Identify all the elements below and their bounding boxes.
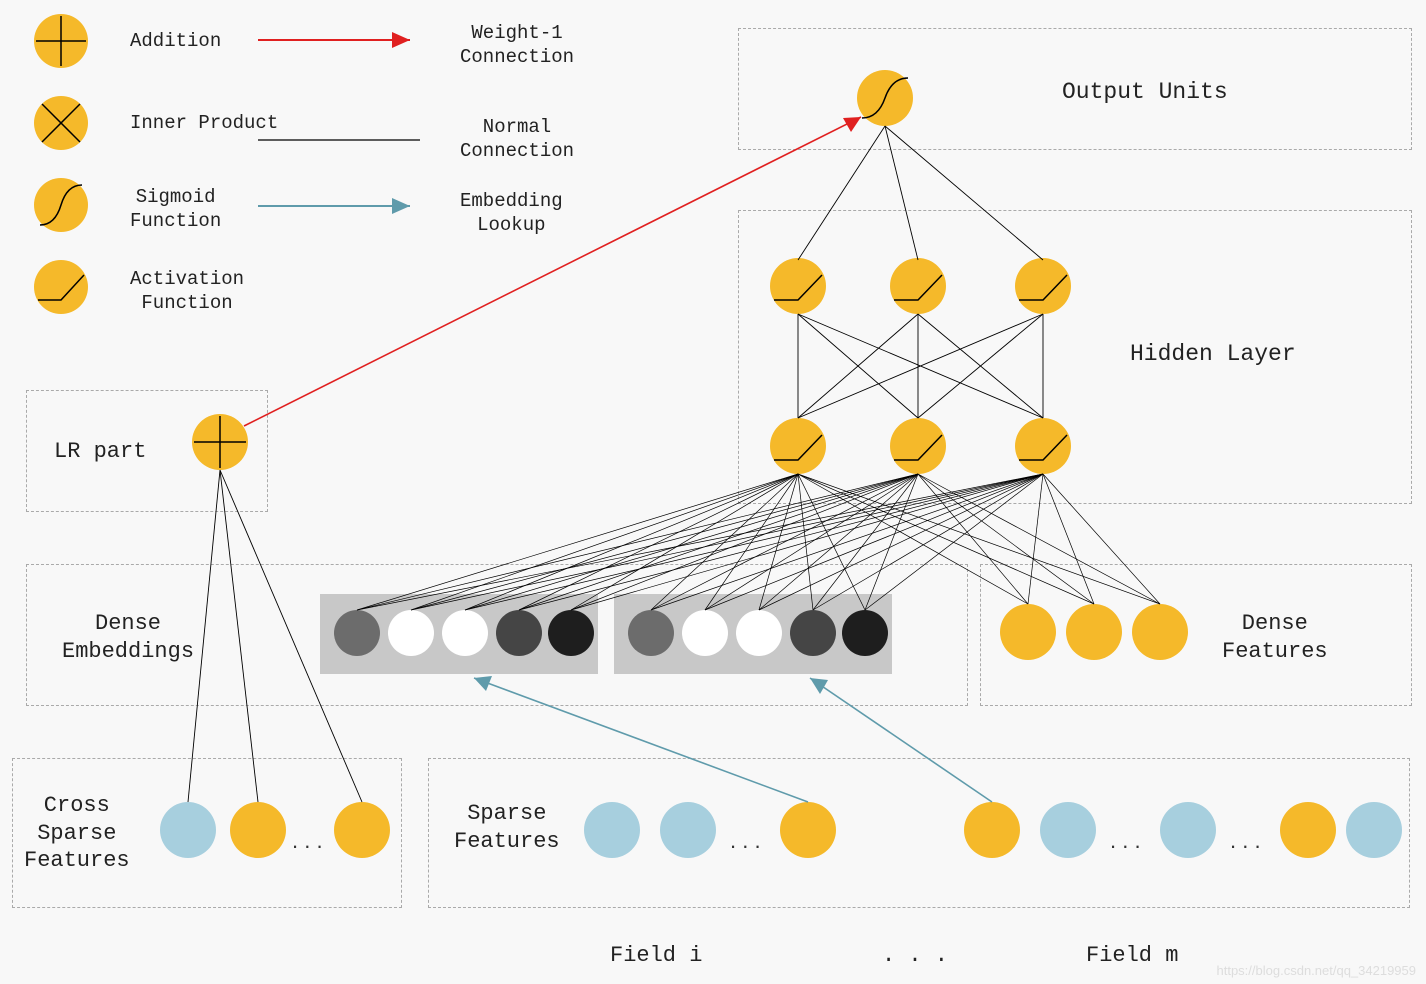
emb1-n2 (388, 610, 434, 656)
cross-sparse-label: Cross Sparse Features (24, 792, 130, 875)
cross-sparse-n2 (230, 802, 286, 858)
legend-embedding-arrow (258, 198, 410, 214)
sparse-n8 (1346, 802, 1402, 858)
field-i-label: Field i (610, 942, 702, 970)
emb1-n1 (334, 610, 380, 656)
emb2-n5 (842, 610, 888, 656)
hidden2-node-3 (1015, 418, 1071, 474)
legend-activation-label: Activation Function (130, 268, 244, 316)
legend-inner-product-icon (34, 96, 88, 150)
dense-feat-3 (1132, 604, 1188, 660)
legend-inner-product-label: Inner Product (130, 112, 278, 136)
sparse-n1 (584, 802, 640, 858)
dense-feat-2 (1066, 604, 1122, 660)
hidden-layer-label: Hidden Layer (1130, 340, 1296, 369)
sparse-dots-2: . . . (1110, 828, 1141, 854)
hidden1-node-2 (890, 258, 946, 314)
legend-normal-label: Normal Connection (460, 116, 574, 164)
legend-weight1-label: Weight-1 Connection (460, 22, 574, 70)
sparse-n5 (1040, 802, 1096, 858)
dense-feat-1 (1000, 604, 1056, 660)
emb1-n3 (442, 610, 488, 656)
lr-part-label: LR part (54, 438, 146, 466)
emb1-n5 (548, 610, 594, 656)
sparse-n2 (660, 802, 716, 858)
dense-embeddings-label: Dense Embeddings (62, 610, 194, 665)
cross-sparse-dots: . . . (292, 828, 323, 854)
emb1-n4 (496, 610, 542, 656)
emb2-n4 (790, 610, 836, 656)
sparse-dots-3: . . . (1230, 828, 1261, 854)
sparse-n3 (780, 802, 836, 858)
legend-sigmoid-label: Sigmoid Function (130, 186, 221, 234)
legend-sigmoid-icon (34, 178, 88, 232)
emb2-n3 (736, 610, 782, 656)
legend-embedding-label: Embedding Lookup (460, 190, 563, 238)
field-dots-label: . . . (882, 942, 948, 970)
sparse-features-label: Sparse Features (454, 800, 560, 855)
sparse-n6 (1160, 802, 1216, 858)
watermark: https://blog.csdn.net/qq_34219959 (1217, 963, 1417, 978)
cross-sparse-n1 (160, 802, 216, 858)
hidden1-node-3 (1015, 258, 1071, 314)
sparse-dots-1: . . . (730, 828, 761, 854)
sparse-n4 (964, 802, 1020, 858)
output-node (857, 70, 913, 126)
output-units-label: Output Units (1062, 78, 1228, 107)
hidden2-node-1 (770, 418, 826, 474)
legend-activation-icon (34, 260, 88, 314)
legend-weight1-arrow (258, 32, 410, 48)
hidden1-node-1 (770, 258, 826, 314)
sparse-n7 (1280, 802, 1336, 858)
emb2-n1 (628, 610, 674, 656)
sparse-features-box (428, 758, 1410, 908)
field-m-label: Field m (1086, 942, 1178, 970)
dense-features-label: Dense Features (1222, 610, 1328, 665)
cross-sparse-n3 (334, 802, 390, 858)
hidden-layer-box (738, 210, 1412, 504)
legend-addition-icon (34, 14, 88, 68)
hidden2-node-2 (890, 418, 946, 474)
legend-addition-label: Addition (130, 30, 221, 54)
emb2-n2 (682, 610, 728, 656)
lr-addition-node (192, 414, 248, 470)
